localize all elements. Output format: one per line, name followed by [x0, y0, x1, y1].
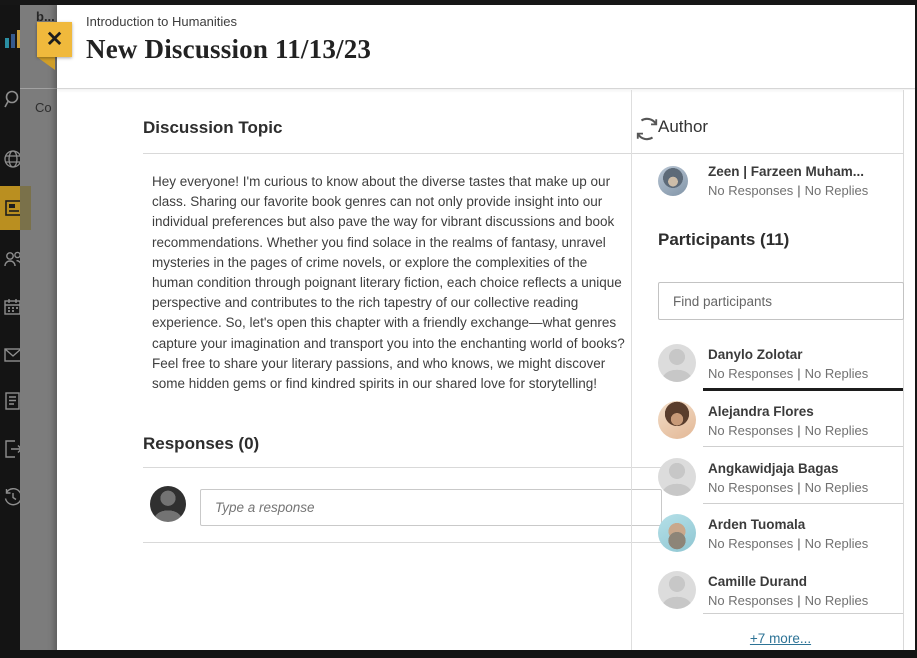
discussion-topic-body: Hey everyone! I'm curious to know about … [152, 172, 632, 394]
background-active-nav-bleed [20, 186, 31, 230]
participant-meta: No Responses|No Replies [708, 593, 868, 608]
current-user-avatar [150, 486, 186, 522]
nav-item-institution-active[interactable] [0, 186, 20, 230]
close-button[interactable]: ✕ [37, 22, 72, 57]
participant-row[interactable]: Alejandra Flores No Responses|No Replies [658, 401, 903, 439]
left-nav-rail [0, 0, 20, 658]
show-more-participants-link[interactable]: +7 more... [658, 631, 903, 646]
panel-header: Introduction to Humanities New Discussio… [57, 4, 917, 89]
selected-row-divider [703, 388, 903, 391]
background-divider [20, 88, 57, 89]
gradebook-icon[interactable] [2, 390, 20, 412]
row-divider [703, 613, 903, 614]
window-frame-top [0, 0, 917, 5]
participant-row[interactable]: Danylo Zolotar No Responses|No Replies [658, 344, 903, 382]
participants-heading: Participants (11) [658, 230, 789, 250]
calendar-icon[interactable] [2, 296, 20, 318]
panel-divider [631, 90, 632, 650]
row-divider [703, 503, 903, 504]
participant-avatar [658, 344, 696, 382]
participant-name: Alejandra Flores [708, 404, 814, 419]
author-heading: Author [658, 117, 708, 137]
author-name[interactable]: Zeen | Farzeen Muham... [708, 164, 864, 179]
participant-name: Angkawidjaja Bagas [708, 461, 839, 476]
globe-icon[interactable] [2, 148, 20, 170]
participant-avatar [658, 401, 696, 439]
author-meta: No Responses|No Replies [708, 183, 868, 198]
participant-name: Danylo Zolotar [708, 347, 803, 362]
discussion-panel: Introduction to Humanities New Discussio… [57, 4, 917, 658]
divider [143, 153, 662, 154]
author-avatar [658, 166, 688, 196]
responses-heading: Responses (0) [143, 434, 259, 454]
participant-meta: No Responses|No Replies [708, 423, 868, 438]
participant-meta: No Responses|No Replies [708, 536, 868, 551]
response-input[interactable] [200, 489, 662, 526]
participant-avatar [658, 571, 696, 609]
participant-avatar [658, 514, 696, 552]
discussion-topic-heading: Discussion Topic [143, 118, 283, 138]
divider [143, 542, 662, 543]
participant-meta: No Responses|No Replies [708, 480, 868, 495]
row-divider [703, 446, 903, 447]
divider [658, 153, 903, 154]
dimmed-page-overlay: b... Co [20, 0, 57, 658]
participant-row[interactable]: Angkawidjaja Bagas No Responses|No Repli… [658, 458, 903, 496]
history-icon[interactable] [2, 486, 20, 508]
background-text-fragment: Co [35, 100, 52, 115]
participant-meta: No Responses|No Replies [708, 366, 868, 381]
page-title: New Discussion 11/13/23 [86, 34, 371, 65]
participant-row[interactable]: Camille Durand No Responses|No Replies [658, 571, 903, 609]
users-icon[interactable] [2, 248, 20, 270]
find-participants-input[interactable] [658, 282, 904, 320]
participant-row[interactable]: Arden Tuomala No Responses|No Replies [658, 514, 903, 552]
close-icon: ✕ [46, 29, 64, 50]
participant-avatar [658, 458, 696, 496]
close-button-fold [37, 57, 55, 70]
participant-name: Arden Tuomala [708, 517, 805, 532]
institution-page-icon [3, 197, 20, 219]
divider [143, 467, 662, 468]
sign-out-icon[interactable] [2, 438, 20, 460]
activity-bars-icon[interactable] [2, 28, 20, 50]
breadcrumb-course-title: Introduction to Humanities [86, 14, 237, 29]
participant-name: Camille Durand [708, 574, 807, 589]
mail-icon[interactable] [2, 344, 20, 366]
search-icon[interactable] [2, 88, 20, 110]
window-frame-bottom [0, 650, 917, 658]
